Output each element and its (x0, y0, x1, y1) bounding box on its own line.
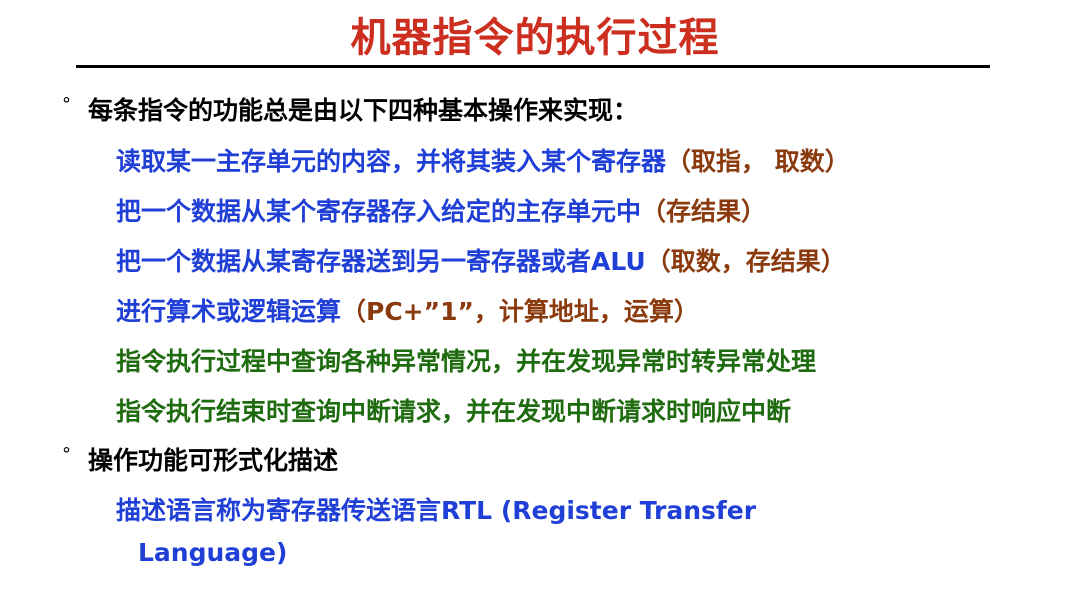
bullet-2-text: 操作功能可形式化描述 (88, 446, 339, 475)
page-title: 机器指令的执行过程 (350, 15, 720, 61)
rtl-line-2: Language) (138, 538, 288, 567)
list-item: 指令执行过程中查询各种异常情况，并在发现异常时转异常处理 (116, 345, 816, 379)
list-item: 进行算术或逻辑运算（PC+”1”，计算地址，运算） (116, 295, 699, 329)
item-main: 指令执行过程中查询各种异常情况，并在发现异常时转异常处理 (116, 347, 817, 376)
item-paren: （PC+”1”，计算地址，运算） (341, 297, 699, 326)
bullet-marker: ° (62, 94, 71, 115)
item-main: 读取某一主存单元的内容，并将其装入某个寄存器 (116, 147, 667, 176)
list-item: 把一个数据从某寄存器送到另一寄存器或者ALU（取数，存结果） (116, 245, 846, 279)
list-item: 读取某一主存单元的内容，并将其装入某个寄存器（取指， 取数） (116, 145, 850, 179)
item-main: 把一个数据从某寄存器送到另一寄存器或者ALU (116, 247, 646, 276)
item-paren: （取数，存结果） (645, 247, 846, 276)
item-paren: （取指， 取数） (666, 147, 850, 176)
item-main: 指令执行结束时查询中断请求，并在发现中断请求时响应中断 (116, 397, 792, 426)
list-item: 把一个数据从某个寄存器存入给定的主存单元中（存结果） (116, 195, 766, 229)
item-main: 进行算术或逻辑运算 (116, 297, 342, 326)
title-divider (76, 65, 990, 68)
list-item: 指令执行结束时查询中断请求，并在发现中断请求时响应中断 (116, 395, 791, 429)
bullet-marker: ° (62, 444, 71, 465)
item-paren: （存结果） (641, 197, 767, 226)
item-main: 把一个数据从某个寄存器存入给定的主存单元中 (116, 197, 642, 226)
rtl-line-1: 描述语言称为寄存器传送语言RTL (Register Transfer (116, 496, 757, 525)
bullet-1-text: 每条指令的功能总是由以下四种基本操作来实现： (88, 96, 639, 125)
